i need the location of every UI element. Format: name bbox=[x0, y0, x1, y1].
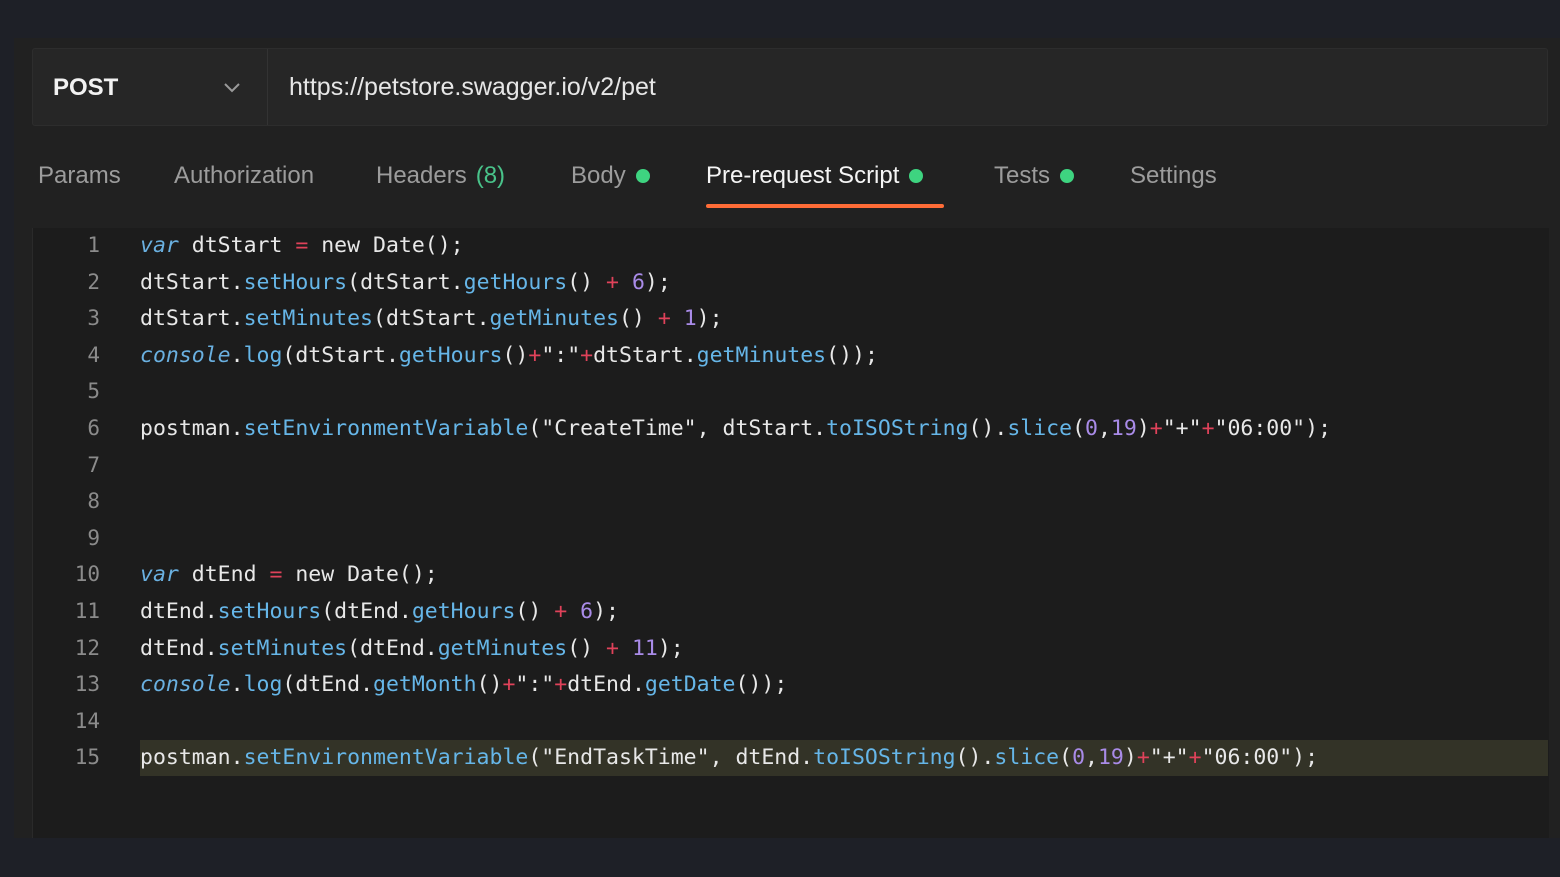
code-line[interactable]: 11 dtEnd.setHours(dtEnd.getHours() + 6); bbox=[0, 595, 1520, 631]
tab-tests[interactable]: Tests bbox=[994, 162, 1075, 190]
tab-label: Params bbox=[38, 162, 121, 189]
line-number: 5 bbox=[87, 379, 100, 404]
code-line[interactable]: 9 bbox=[0, 522, 1520, 558]
code-line[interactable]: 2 dtStart.setHours(dtStart.getHours() + 6… bbox=[0, 266, 1520, 302]
code-line[interactable]: 12 dtEnd.setMinutes(dtEnd.getMinutes() + … bbox=[0, 632, 1520, 668]
tab-label: Settings bbox=[1130, 162, 1217, 189]
code-line[interactable]: 13 console.log(dtEnd.getMonth()+":"+dtEnd… bbox=[0, 668, 1520, 704]
line-number: 8 bbox=[87, 489, 100, 514]
line-number: 2 bbox=[87, 269, 100, 294]
line-number: 7 bbox=[87, 452, 100, 477]
code-text: console.log(dtStart.getHours()+":"+dtSta… bbox=[140, 342, 878, 368]
tab-label: Tests bbox=[994, 162, 1051, 189]
code-text: dtStart.setHours(dtStart.getHours() + 6)… bbox=[140, 269, 671, 295]
code-line[interactable]: 15 postman.setEnvironmentVariable("EndTas… bbox=[0, 741, 1520, 777]
line-number: 4 bbox=[87, 342, 100, 367]
headers-count-badge: (8) bbox=[475, 162, 506, 189]
code-text: postman.setEnvironmentVariable("CreateTi… bbox=[140, 416, 1332, 441]
code-line[interactable]: 4 console.log(dtStart.getHours()+":"+dtSt… bbox=[0, 339, 1520, 375]
request-tabs: Params Authorization Headers (8) Body Pr… bbox=[0, 150, 1560, 210]
code-text: dtStart.setMinutes(dtStart.getMinutes() … bbox=[140, 306, 723, 332]
code-text: postman.setEnvironmentVariable("EndTaskT… bbox=[140, 745, 1319, 771]
code-text: var dtStart = new Date(); bbox=[140, 233, 464, 258]
line-number: 9 bbox=[87, 525, 100, 550]
tab-label: Body bbox=[571, 162, 626, 189]
tab-headers[interactable]: Headers (8) bbox=[376, 162, 505, 190]
code-text: var dtEnd = new Date(); bbox=[140, 562, 438, 588]
tab-label: Authorization bbox=[174, 162, 315, 189]
code-text: dtEnd.setHours(dtEnd.getHours() + 6); bbox=[140, 599, 619, 624]
chevron-down-icon bbox=[224, 83, 240, 93]
code-line[interactable]: 5 bbox=[0, 375, 1520, 411]
line-number: 14 bbox=[74, 708, 100, 733]
line-number: 12 bbox=[74, 635, 100, 660]
line-number: 10 bbox=[74, 562, 100, 587]
line-number: 3 bbox=[87, 306, 100, 331]
tab-label: Headers bbox=[376, 162, 467, 189]
tab-authorization[interactable]: Authorization bbox=[174, 162, 314, 190]
line-number: 1 bbox=[87, 233, 100, 257]
code-line[interactable]: 3 dtStart.setMinutes(dtStart.getMinutes()… bbox=[0, 302, 1520, 338]
active-tab-underline bbox=[706, 204, 944, 208]
status-dot-icon bbox=[1060, 169, 1075, 183]
line-number: 11 bbox=[74, 599, 100, 623]
line-number: 13 bbox=[74, 672, 100, 697]
tab-body[interactable]: Body bbox=[571, 162, 650, 190]
tab-label: Pre-request Script bbox=[706, 162, 900, 189]
status-dot-icon bbox=[909, 169, 924, 183]
line-number: 6 bbox=[87, 416, 100, 440]
status-dot-icon bbox=[635, 169, 650, 183]
line-number: 15 bbox=[74, 745, 100, 770]
tab-pre-request-script[interactable]: Pre-request Script bbox=[706, 162, 924, 190]
code-text: console.log(dtEnd.getMonth()+":"+dtEnd.g… bbox=[140, 672, 788, 698]
code-line[interactable]: 1 var dtStart = new Date(); bbox=[0, 229, 1520, 265]
tab-settings[interactable]: Settings bbox=[1130, 162, 1217, 190]
tab-params[interactable]: Params bbox=[38, 162, 121, 190]
code-line[interactable]: 7 bbox=[0, 449, 1520, 485]
code-line[interactable]: 6 postman.setEnvironmentVariable("CreateT… bbox=[0, 412, 1520, 448]
method-select[interactable]: POST bbox=[33, 49, 268, 125]
code-line[interactable]: 10 var dtEnd = new Date(); bbox=[0, 558, 1520, 594]
request-url-bar: POST https://petstore.swagger.io/v2/pet bbox=[32, 48, 1548, 126]
code-text: dtEnd.setMinutes(dtEnd.getMinutes() + 11… bbox=[140, 635, 684, 661]
code-line[interactable]: 8 bbox=[0, 485, 1520, 521]
code-line[interactable]: 14 bbox=[0, 705, 1520, 741]
method-label: POST bbox=[53, 74, 119, 101]
url-input[interactable]: https://petstore.swagger.io/v2/pet bbox=[289, 73, 656, 102]
